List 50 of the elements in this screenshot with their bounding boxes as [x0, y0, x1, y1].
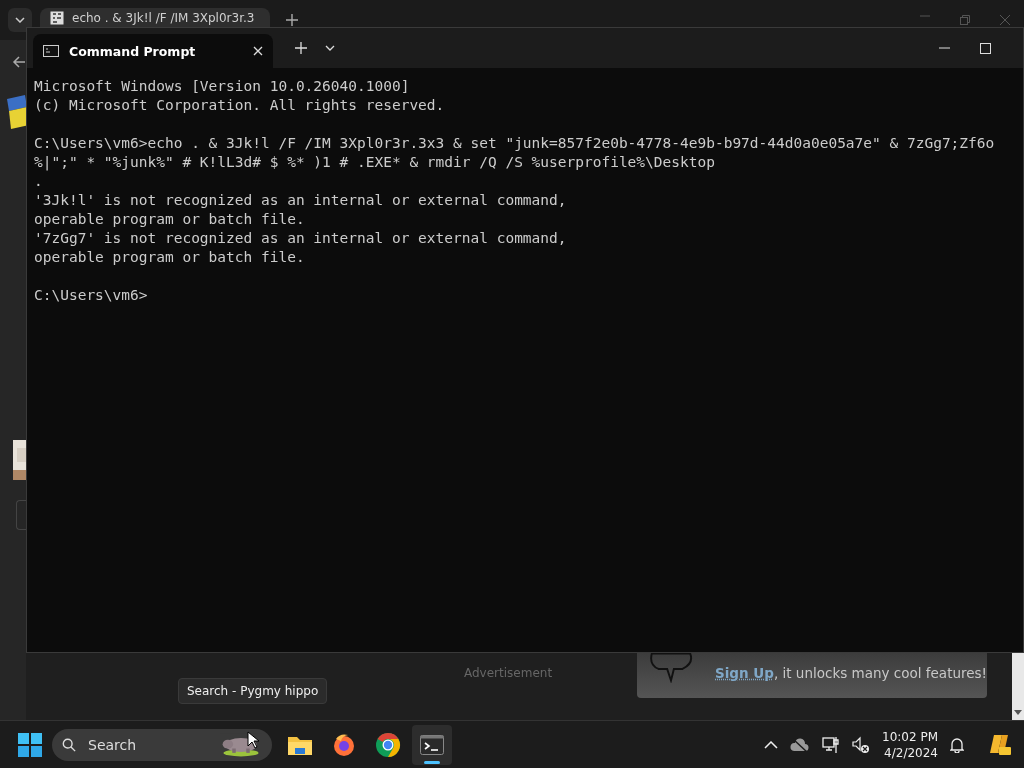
- terminal-line: C:\Users\vm6>echo . & 3Jk!l /F /IM 3Xpl0r3r.3x3 & set "junk=857f2e0b-4778-4e9b-b97d-44d0a0e05a7e" & 7zGg7;Zf6o: [34, 134, 996, 153]
- terminal-tab[interactable]: Command Prompt: [33, 34, 273, 68]
- command-prompt-icon: [43, 45, 59, 57]
- network-icon[interactable]: [822, 735, 840, 754]
- plus-icon: [295, 42, 307, 54]
- windows-logo-icon[interactable]: [18, 732, 42, 757]
- close-icon: [253, 46, 263, 56]
- browser-tab[interactable]: echo . & 3Jk!l /F /IM 3Xpl0r3r.3: [40, 8, 270, 27]
- advertisement-label: Advertisement: [464, 666, 553, 680]
- dropdown-button[interactable]: [325, 45, 335, 51]
- search-bar[interactable]: Search: [52, 728, 272, 761]
- search-input[interactable]: Search: [86, 735, 210, 754]
- terminal-line: C:\Users\vm6>: [34, 286, 149, 305]
- window-title: Command Prompt: [69, 43, 196, 59]
- bell-icon[interactable]: [950, 736, 964, 753]
- minimize-icon: [939, 47, 950, 49]
- maximize-button[interactable]: [980, 42, 991, 54]
- terminal-line: .: [34, 172, 44, 191]
- terminal-line: Microsoft Windows [Version 10.0.26040.1000]: [34, 77, 411, 96]
- tab-list-button[interactable]: [8, 8, 32, 32]
- terminal-line: operable program or batch file.: [34, 248, 306, 267]
- chrome-icon: [375, 731, 401, 758]
- terminal-line: '7zGg7' is not recognized as an internal or external command,: [34, 229, 568, 248]
- new-tab-button[interactable]: [295, 42, 307, 54]
- terminal-line: %|";" * "%junk%" # K!lL3d# $ %* )1 # .EXE* & rmdir /Q /S %userprofile%\Desktop: [34, 153, 716, 172]
- caret-icon: [325, 45, 335, 51]
- terminal-line: '3Jk!l' is not recognized as an internal or external command,: [34, 191, 568, 210]
- new-tab-icon[interactable]: [286, 14, 298, 26]
- clock[interactable]: 10:02 PM 4/2/2024: [882, 728, 938, 761]
- cloud-off-icon[interactable]: [790, 737, 810, 752]
- copilot-icon[interactable]: [988, 732, 1012, 757]
- scroll-down-icon[interactable]: [1014, 710, 1022, 716]
- firefox-icon: [332, 732, 356, 757]
- back-arrow-icon[interactable]: [12, 55, 26, 69]
- maximize-icon: [980, 42, 991, 54]
- scrollbar[interactable]: [1012, 653, 1024, 720]
- tooltip: Search - Pygmy hippo: [178, 678, 328, 704]
- taskbar-app-button[interactable]: [412, 724, 452, 765]
- signup-text: Sign Up, it unlocks many cool features!: [715, 665, 987, 681]
- terminal-line: (c) Microsoft Corporation. All rights reserved.: [34, 96, 446, 115]
- pointer-icon: [247, 731, 259, 749]
- volume-muted-icon[interactable]: [852, 735, 870, 754]
- signup-link[interactable]: Sign Up: [715, 665, 774, 681]
- caret-icon: [15, 17, 25, 23]
- terminal-line: operable program or batch file.: [34, 210, 306, 229]
- close-tab-button[interactable]: [253, 46, 263, 56]
- chevron-up-icon[interactable]: [764, 740, 778, 749]
- terminal-icon: [420, 734, 444, 755]
- search-icon: [62, 736, 76, 753]
- page-icon: [50, 10, 64, 25]
